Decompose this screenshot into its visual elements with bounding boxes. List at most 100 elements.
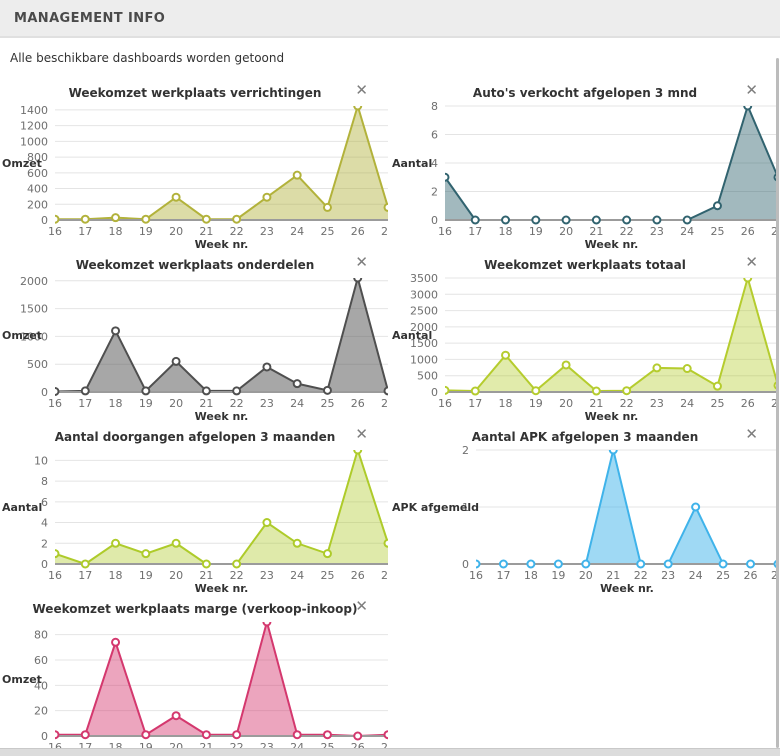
svg-text:24: 24 bbox=[680, 225, 694, 238]
svg-text:24: 24 bbox=[689, 569, 703, 582]
svg-text:19: 19 bbox=[529, 225, 543, 238]
svg-text:17: 17 bbox=[78, 225, 92, 238]
svg-text:2500: 2500 bbox=[410, 305, 438, 318]
chart-title: Weekomzet werkplaats verrichtingen bbox=[0, 79, 390, 100]
close-icon[interactable]: ✕ bbox=[745, 255, 758, 270]
svg-text:60: 60 bbox=[34, 654, 48, 667]
svg-text:17: 17 bbox=[468, 397, 482, 410]
svg-text:1000: 1000 bbox=[410, 353, 438, 366]
area-chart-weekomzet-marge[interactable]: 020406080161718192021222324252627Week nr… bbox=[0, 616, 388, 756]
svg-text:3000: 3000 bbox=[410, 288, 438, 301]
charts-grid: Weekomzet werkplaats verrichtingen ✕ 020… bbox=[0, 79, 780, 756]
svg-text:0: 0 bbox=[41, 386, 48, 399]
svg-text:Week nr.: Week nr. bbox=[600, 582, 654, 594]
area-chart-weekomzet-onderdelen[interactable]: 0500100015002000161718192021222324252627… bbox=[0, 272, 388, 422]
close-icon[interactable]: ✕ bbox=[355, 255, 368, 270]
svg-text:19: 19 bbox=[529, 397, 543, 410]
svg-text:22: 22 bbox=[230, 569, 244, 582]
svg-text:0: 0 bbox=[41, 214, 48, 227]
svg-text:20: 20 bbox=[169, 225, 183, 238]
vertical-scrollbar[interactable] bbox=[776, 58, 779, 748]
svg-text:20: 20 bbox=[34, 705, 48, 718]
svg-text:200: 200 bbox=[27, 198, 48, 211]
svg-text:19: 19 bbox=[139, 569, 153, 582]
svg-text:18: 18 bbox=[109, 397, 123, 410]
svg-text:8: 8 bbox=[41, 475, 48, 488]
svg-text:25: 25 bbox=[710, 225, 724, 238]
svg-text:23: 23 bbox=[661, 569, 675, 582]
svg-text:21: 21 bbox=[606, 569, 620, 582]
chart-title: Weekomzet werkplaats onderdelen bbox=[0, 251, 390, 272]
svg-text:16: 16 bbox=[438, 225, 452, 238]
svg-text:1200: 1200 bbox=[20, 120, 48, 133]
svg-text:17: 17 bbox=[78, 397, 92, 410]
chart-title: Weekomzet werkplaats marge (verkoop-inko… bbox=[0, 595, 390, 616]
svg-text:16: 16 bbox=[48, 569, 62, 582]
svg-text:24: 24 bbox=[290, 225, 304, 238]
svg-text:Week nr.: Week nr. bbox=[195, 238, 249, 250]
svg-text:25: 25 bbox=[320, 397, 334, 410]
svg-text:17: 17 bbox=[496, 569, 510, 582]
close-icon[interactable]: ✕ bbox=[355, 83, 368, 98]
svg-text:22: 22 bbox=[230, 225, 244, 238]
svg-text:25: 25 bbox=[320, 569, 334, 582]
svg-text:21: 21 bbox=[199, 569, 213, 582]
svg-text:25: 25 bbox=[716, 569, 730, 582]
close-icon[interactable]: ✕ bbox=[355, 427, 368, 442]
svg-text:23: 23 bbox=[650, 397, 664, 410]
close-icon[interactable]: ✕ bbox=[745, 83, 758, 98]
area-chart-autos-verkocht[interactable]: 02468161718192021222324252627Week nr.Aan… bbox=[390, 100, 778, 250]
svg-text:0: 0 bbox=[431, 214, 438, 227]
svg-text:22: 22 bbox=[620, 225, 634, 238]
chart-card-autos-verkocht: Auto's verkocht afgelopen 3 mnd ✕ 024681… bbox=[390, 79, 780, 251]
svg-text:1000: 1000 bbox=[20, 135, 48, 148]
svg-text:25: 25 bbox=[320, 225, 334, 238]
chart-card-doorgangen: Aantal doorgangen afgelopen 3 maanden ✕ … bbox=[0, 423, 390, 595]
svg-text:21: 21 bbox=[199, 397, 213, 410]
svg-text:Aantal: Aantal bbox=[392, 329, 432, 342]
dashboard-status-text: Alle beschikbare dashboards worden getoo… bbox=[0, 38, 780, 65]
svg-text:20: 20 bbox=[559, 225, 573, 238]
horizontal-scrollbar[interactable] bbox=[0, 748, 780, 756]
area-chart-apk[interactable]: 012161718192021222324252627Week nr.APK a… bbox=[390, 444, 778, 594]
svg-text:Aantal: Aantal bbox=[2, 501, 42, 514]
chart-card-apk: Aantal APK afgelopen 3 maanden ✕ 0121617… bbox=[390, 423, 780, 595]
svg-text:2: 2 bbox=[41, 537, 48, 550]
svg-text:26: 26 bbox=[741, 397, 755, 410]
chart-card-weekomzet-verrichtingen: Weekomzet werkplaats verrichtingen ✕ 0 20… bbox=[0, 79, 390, 251]
svg-text:Omzet: Omzet bbox=[2, 157, 42, 170]
area-chart-weekomzet-totaal[interactable]: 0500100015002000250030003500161718192021… bbox=[390, 272, 778, 422]
svg-text:21: 21 bbox=[589, 397, 603, 410]
svg-text:21: 21 bbox=[589, 225, 603, 238]
svg-text:16: 16 bbox=[48, 397, 62, 410]
svg-text:3500: 3500 bbox=[410, 272, 438, 285]
chart-title: Weekomzet werkplaats totaal bbox=[390, 251, 780, 272]
svg-text:23: 23 bbox=[650, 225, 664, 238]
svg-text:Week nr.: Week nr. bbox=[195, 582, 249, 594]
svg-text:26: 26 bbox=[351, 397, 365, 410]
svg-text:20: 20 bbox=[559, 397, 573, 410]
chart-title: Aantal APK afgelopen 3 maanden bbox=[390, 423, 780, 444]
svg-text:0: 0 bbox=[431, 386, 438, 399]
chart-card-weekomzet-marge: Weekomzet werkplaats marge (verkoop-inko… bbox=[0, 595, 390, 756]
svg-text:23: 23 bbox=[260, 397, 274, 410]
svg-text:22: 22 bbox=[230, 397, 244, 410]
close-icon[interactable]: ✕ bbox=[355, 599, 368, 614]
page-header: MANAGEMENT INFO bbox=[0, 0, 780, 38]
chart-title: Aantal doorgangen afgelopen 3 maanden bbox=[0, 423, 390, 444]
chart-title: Auto's verkocht afgelopen 3 mnd bbox=[390, 79, 780, 100]
svg-text:22: 22 bbox=[620, 397, 634, 410]
svg-text:23: 23 bbox=[260, 225, 274, 238]
close-icon[interactable]: ✕ bbox=[745, 427, 758, 442]
svg-text:2: 2 bbox=[462, 444, 469, 457]
svg-text:24: 24 bbox=[290, 397, 304, 410]
svg-text:1400: 1400 bbox=[20, 104, 48, 117]
svg-text:19: 19 bbox=[551, 569, 565, 582]
svg-text:27: 27 bbox=[381, 225, 388, 238]
svg-text:26: 26 bbox=[741, 225, 755, 238]
svg-text:21: 21 bbox=[199, 225, 213, 238]
area-chart-weekomzet-verrichtingen[interactable]: 0200400600800100012001400161718192021222… bbox=[0, 100, 388, 250]
svg-text:0: 0 bbox=[41, 558, 48, 571]
svg-text:APK afgemeld: APK afgemeld bbox=[392, 501, 479, 514]
area-chart-doorgangen[interactable]: 0246810161718192021222324252627Week nr.A… bbox=[0, 444, 388, 594]
